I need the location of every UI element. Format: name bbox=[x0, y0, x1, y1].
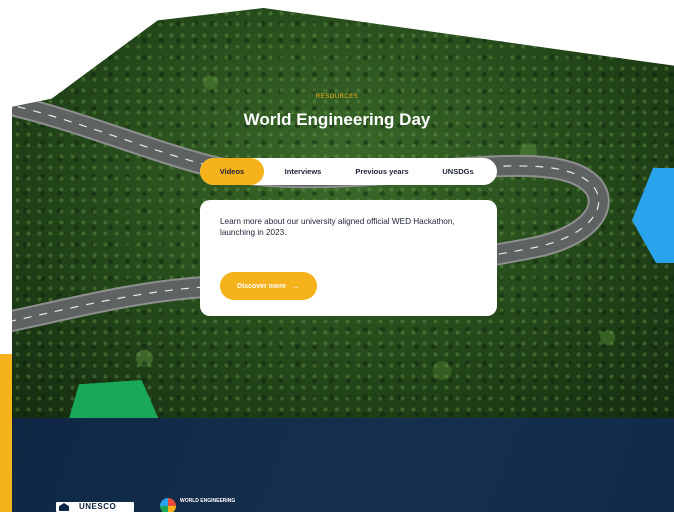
content-card: Learn more about our university aligned … bbox=[200, 200, 497, 316]
wed-globe-icon bbox=[160, 498, 176, 512]
tab-bar: Videos Interviews Previous years UNSDGs bbox=[200, 158, 497, 185]
card-description: Learn more about our university aligned … bbox=[220, 217, 455, 237]
page-title: World Engineering Day bbox=[243, 110, 431, 129]
tab-unsdgs[interactable]: UNSDGs bbox=[422, 158, 494, 185]
unesco-logo-text: UNESCO bbox=[79, 502, 117, 511]
decorative-yellow-shape bbox=[0, 354, 12, 512]
hero-eyebrow: RESOURCES bbox=[315, 94, 359, 100]
arrow-right-icon: → bbox=[291, 281, 300, 291]
footer bbox=[12, 418, 674, 512]
tab-previous-years[interactable]: Previous years bbox=[342, 158, 422, 185]
tab-videos[interactable]: Videos bbox=[200, 158, 264, 185]
discover-more-button[interactable]: Discover more → bbox=[220, 272, 317, 300]
wed-logo-text: WORLD ENGINEERING bbox=[180, 498, 236, 504]
discover-more-label: Discover more bbox=[237, 282, 286, 290]
world-engineering-day-logo[interactable]: WORLD ENGINEERING bbox=[160, 498, 235, 512]
unesco-temple-icon bbox=[59, 503, 69, 511]
page: RESOURCES World Engineering Day Videos I… bbox=[0, 0, 674, 512]
tab-interviews[interactable]: Interviews bbox=[264, 158, 342, 185]
unesco-logo[interactable]: UNESCO bbox=[56, 502, 134, 512]
